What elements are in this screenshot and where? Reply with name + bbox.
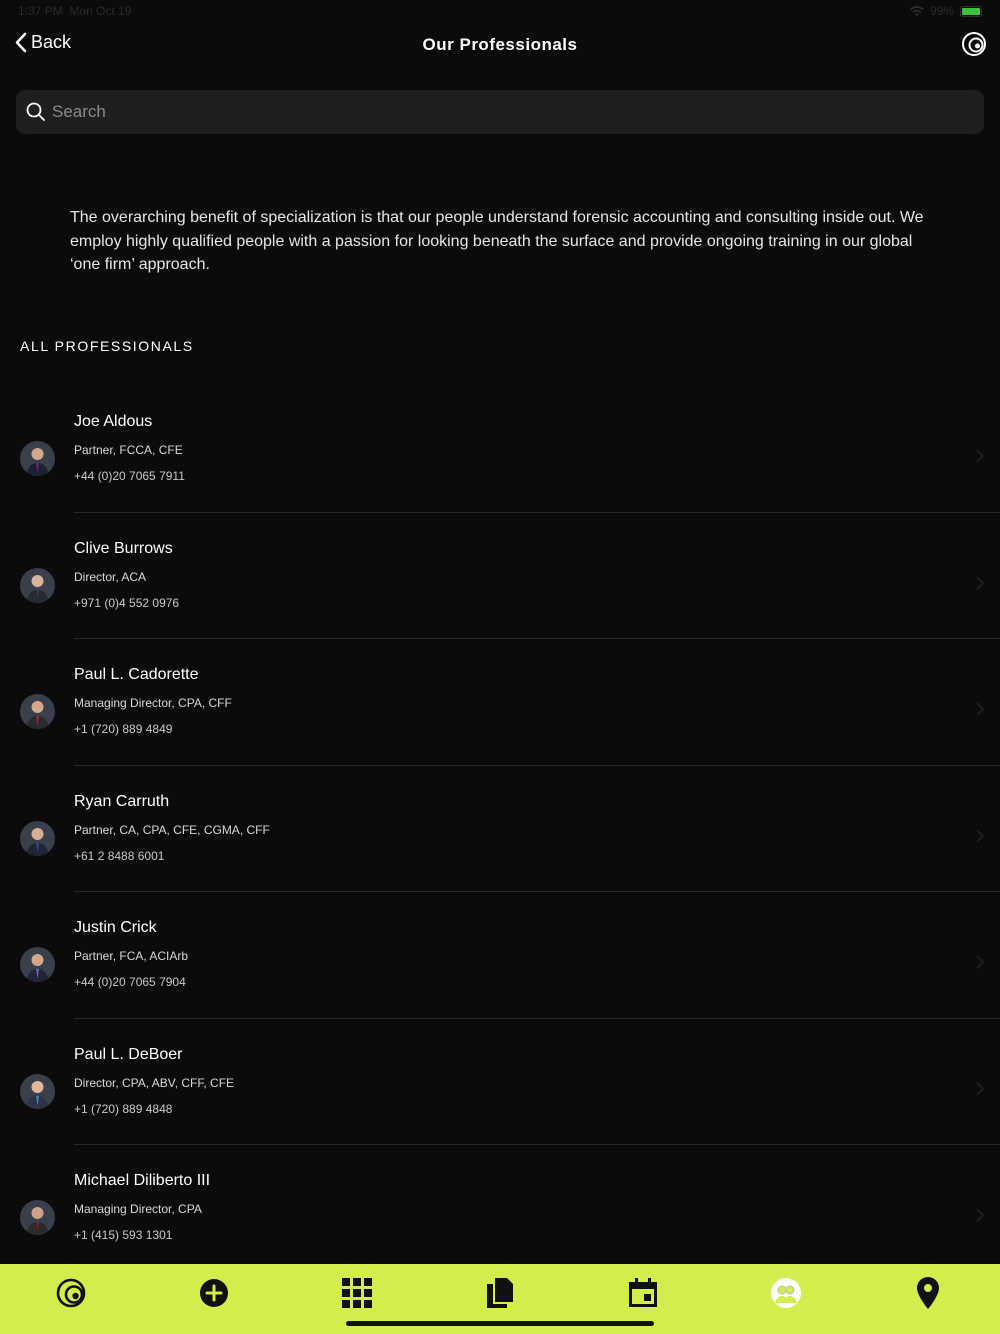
chevron-right-icon [976, 955, 984, 969]
intro-text: The overarching benefit of specializatio… [70, 209, 924, 273]
professional-phone[interactable]: +61 2 8488 6001 [74, 849, 164, 863]
professional-title: Managing Director, CPA [74, 1202, 202, 1216]
avatar [20, 947, 55, 982]
avatar [20, 567, 55, 603]
wifi-icon [909, 5, 924, 16]
professionals-list: Joe Aldous Partner, FCCA, CFE +44 (0)20 … [0, 386, 1000, 1272]
professional-name: Clive Burrows [74, 539, 173, 557]
tab-services[interactable] [327, 1275, 387, 1311]
tab-professionals[interactable] [756, 1275, 816, 1311]
avatar [20, 1200, 55, 1235]
professional-title: Partner, FCCA, CFE [74, 443, 183, 457]
list-item[interactable]: Justin Crick Partner, FCA, ACIArb +44 (0… [0, 892, 1000, 1019]
professional-title: Managing Director, CPA, CFF [74, 696, 232, 710]
professional-name: Michael Diliberto III [74, 1172, 211, 1189]
back-label: Back [31, 32, 72, 52]
list-item[interactable]: Paul L. Cadorette Managing Director, CPA… [0, 639, 1000, 766]
tab-bar [0, 1264, 1000, 1334]
documents-icon [486, 1278, 513, 1308]
section-header: ALL PROFESSIONALS [20, 338, 194, 354]
people-icon [770, 1278, 801, 1308]
list-item[interactable]: Joe Aldous Partner, FCCA, CFE +44 (0)20 … [0, 386, 1000, 513]
plus-circle-icon [200, 1279, 229, 1307]
search-icon [26, 102, 45, 121]
status-bar: 1:37 PM Mon Oct 19 99% [0, 0, 1000, 22]
logo-icon [962, 32, 986, 56]
list-item[interactable]: Clive Burrows Director, ACA +971 (0)4 55… [0, 513, 1000, 639]
calendar-icon [628, 1278, 657, 1307]
chevron-right-icon [976, 449, 984, 463]
tab-locations[interactable] [898, 1275, 958, 1311]
home-indicator [346, 1321, 654, 1326]
chevron-right-icon [976, 1208, 984, 1222]
chevron-right-icon [976, 1081, 984, 1096]
chevron-right-icon [976, 828, 984, 843]
professional-title: Partner, FCA, ACIArb [74, 949, 189, 963]
professional-phone[interactable]: +971 (0)4 552 0976 [74, 596, 179, 610]
list-item[interactable]: Paul L. DeBoer Director, CPA, ABV, CFF, … [0, 1019, 1000, 1145]
professional-name: Paul L. Cadorette [74, 666, 199, 683]
avatar [20, 1073, 55, 1109]
tab-documents[interactable] [470, 1275, 530, 1311]
professional-phone[interactable]: +1 (720) 889 4848 [74, 1102, 172, 1116]
logo-button[interactable] [962, 32, 986, 56]
nav-bar: Back Our Professionals [0, 22, 1000, 68]
status-right: 99% [909, 4, 982, 18]
tab-events[interactable] [613, 1275, 673, 1311]
back-button[interactable]: Back [14, 32, 71, 53]
screen: 1:37 PM Mon Oct 19 99% Back Our Professi… [0, 0, 1000, 1334]
professional-phone[interactable]: +1 (415) 593 1301 [74, 1228, 172, 1242]
location-pin-icon [917, 1277, 940, 1309]
professional-phone[interactable]: +1 (720) 889 4849 [74, 722, 172, 736]
professional-phone[interactable]: +44 (0)20 7065 7904 [74, 975, 186, 989]
tab-home[interactable] [41, 1275, 101, 1311]
professional-name: Joe Aldous [74, 413, 153, 430]
avatar [20, 820, 55, 856]
search-input[interactable] [52, 102, 984, 122]
professional-phone[interactable]: +44 (0)20 7065 7911 [74, 469, 185, 483]
avatar [20, 441, 55, 476]
chevron-right-icon [976, 702, 984, 716]
logo-icon [57, 1278, 86, 1308]
professional-name: Ryan Carruth [74, 792, 170, 810]
chevron-left-icon [15, 32, 27, 53]
tab-add[interactable] [184, 1275, 244, 1311]
grid-icon [342, 1278, 373, 1308]
search-bar[interactable] [16, 90, 984, 134]
list-item[interactable]: Michael Diliberto III Managing Director,… [0, 1145, 1000, 1272]
professional-name: Paul L. DeBoer [74, 1045, 183, 1063]
battery-percent: 99% [929, 4, 954, 18]
professional-title: Partner, CA, CPA, CFE, CGMA, CFF [74, 822, 270, 837]
chevron-right-icon [976, 575, 984, 590]
professional-title: Director, ACA [74, 569, 147, 584]
battery-icon [960, 5, 982, 17]
avatar [20, 694, 55, 729]
list-item[interactable]: Ryan Carruth Partner, CA, CPA, CFE, CGMA… [0, 766, 1000, 892]
professional-title: Director, CPA, ABV, CFF, CFE [74, 1075, 235, 1090]
page-title: Our Professionals [422, 35, 578, 54]
status-time: 1:37 PM Mon Oct 19 [18, 4, 132, 18]
professional-name: Justin Crick [74, 919, 157, 936]
